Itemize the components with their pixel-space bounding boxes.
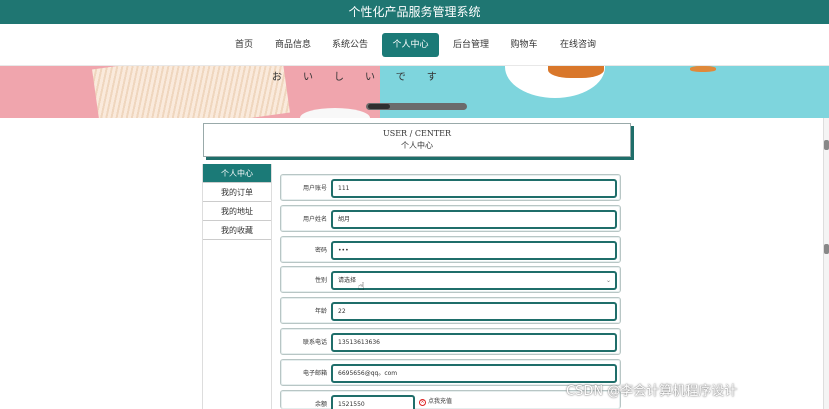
- carousel-indicator-active[interactable]: [368, 104, 390, 109]
- gender-label: 性别: [314, 277, 327, 284]
- form-row-age: 年龄 22: [280, 297, 621, 324]
- nav-user-center[interactable]: 个人中心: [382, 33, 439, 57]
- page-scrollbar[interactable]: [823, 118, 829, 409]
- page: 个性化产品服务管理系统 首页 商品信息 系统公告 个人中心 后台管理 购物车 在…: [0, 0, 829, 409]
- account-input[interactable]: 111: [331, 179, 617, 198]
- recharge-label: 点我充值: [428, 398, 453, 405]
- scroll-marker-icon: [824, 244, 829, 254]
- form-row-gender: 性别 请选择 ⌄: [280, 266, 621, 293]
- password-label: 密码: [314, 247, 327, 254]
- banner-text: おいしいです: [272, 72, 458, 83]
- form-row-phone: 联系电话 13513613636: [280, 328, 621, 355]
- recharge-button[interactable]: × 点我充值: [419, 396, 452, 406]
- password-input[interactable]: •••: [331, 241, 617, 260]
- carousel-indicator[interactable]: [366, 103, 467, 110]
- form-row-name: 用户姓名 胡月: [280, 205, 621, 232]
- hand-cursor-icon: ☝: [358, 280, 365, 293]
- sidebar-item-addresses[interactable]: 我的地址: [203, 202, 271, 221]
- gender-select-value: 请选择: [338, 277, 357, 284]
- banner-food-image: [548, 66, 604, 78]
- balance-label: 余额: [314, 401, 327, 408]
- sidebar: 个人中心 我的订单 我的地址 我的收藏: [202, 164, 272, 409]
- sidebar-item-orders[interactable]: 我的订单: [203, 183, 271, 202]
- phone-label: 联系电话: [302, 339, 327, 346]
- chevron-down-icon: ⌄: [605, 277, 611, 284]
- section-title-zh: 个人中心: [401, 141, 433, 150]
- nav-home[interactable]: 首页: [230, 33, 258, 57]
- email-label: 电子邮箱: [302, 370, 327, 377]
- age-label: 年龄: [314, 308, 327, 315]
- banner-noodles-image: [92, 66, 290, 118]
- gender-select[interactable]: 请选择 ⌄: [331, 271, 617, 290]
- section-title-en: USER / CENTER: [382, 129, 452, 138]
- sidebar-item-user-center[interactable]: 个人中心: [203, 164, 271, 183]
- name-label: 用户姓名: [302, 216, 327, 223]
- banner-food-image-2: [690, 66, 716, 72]
- sidebar-item-favorites[interactable]: 我的收藏: [203, 221, 271, 240]
- nav-admin[interactable]: 后台管理: [451, 33, 491, 57]
- form-row-password: 密码 •••: [280, 236, 621, 263]
- age-input[interactable]: 22: [331, 302, 617, 321]
- section-heading: USER / CENTER 个人中心: [203, 123, 631, 157]
- top-nav: 首页 商品信息 系统公告 个人中心 后台管理 购物车 在线咨询: [0, 24, 829, 66]
- nav-consult[interactable]: 在线咨询: [558, 33, 598, 57]
- balance-input[interactable]: 1521550: [331, 395, 415, 409]
- watermark: CSDN @李会计算机程序设计: [566, 384, 738, 399]
- app-title: 个性化产品服务管理系统: [0, 0, 829, 24]
- name-input[interactable]: 胡月: [331, 210, 617, 229]
- recharge-icon: ×: [419, 399, 426, 406]
- scroll-marker-icon: [824, 140, 829, 150]
- banner-plate-image: [300, 108, 370, 118]
- nav-announcements[interactable]: 系统公告: [330, 33, 370, 57]
- form-row-account: 用户账号 111: [280, 174, 621, 201]
- phone-input[interactable]: 13513613636: [331, 333, 617, 352]
- account-label: 用户账号: [302, 185, 327, 192]
- nav-products[interactable]: 商品信息: [273, 33, 313, 57]
- banner-carousel[interactable]: おいしいです: [0, 66, 829, 118]
- nav-cart[interactable]: 购物车: [508, 33, 540, 57]
